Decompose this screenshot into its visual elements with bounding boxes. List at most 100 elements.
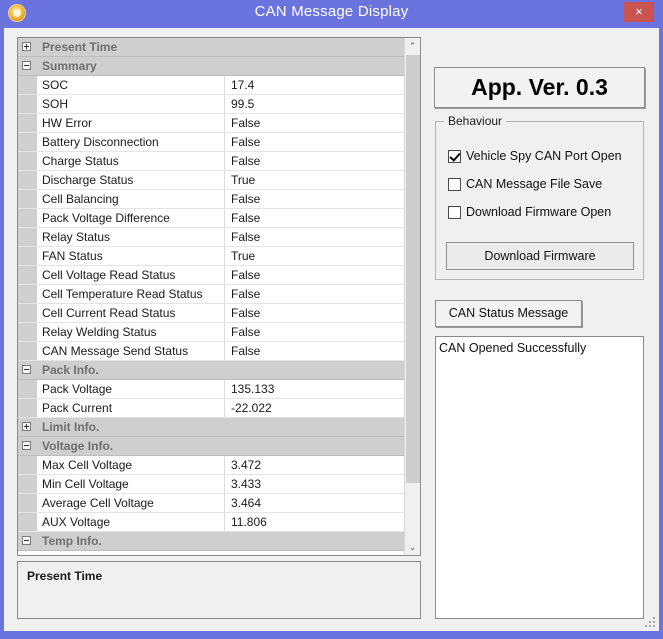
property-grid-row[interactable]: Min Cell Voltage 3.433 bbox=[18, 475, 404, 494]
property-value[interactable]: False bbox=[231, 268, 260, 282]
resize-grip[interactable] bbox=[643, 615, 656, 628]
property-grid-row[interactable]: CAN Message Send Status False bbox=[18, 342, 404, 361]
column-divider[interactable] bbox=[224, 152, 225, 170]
property-name: Cell Current Read Status bbox=[42, 306, 176, 320]
can-status-message-log[interactable]: CAN Opened Successfully bbox=[435, 336, 644, 619]
property-name: Relay Welding Status bbox=[42, 325, 157, 339]
column-divider[interactable] bbox=[224, 323, 225, 341]
property-value[interactable]: True bbox=[231, 249, 255, 263]
column-divider[interactable] bbox=[224, 513, 225, 531]
property-value[interactable]: 99.5 bbox=[231, 97, 254, 111]
property-value[interactable]: 11.806 bbox=[231, 515, 267, 529]
property-grid-row[interactable]: Battery Disconnection False bbox=[18, 133, 404, 152]
column-divider[interactable] bbox=[224, 456, 225, 474]
property-grid-category-row[interactable]: Present Time bbox=[18, 38, 404, 57]
property-value[interactable]: False bbox=[231, 344, 260, 358]
property-name: Cell Temperature Read Status bbox=[42, 287, 203, 301]
property-grid-row[interactable]: SOH 99.5 bbox=[18, 95, 404, 114]
can-status-message-button[interactable]: CAN Status Message bbox=[435, 300, 582, 327]
property-value[interactable]: 3.433 bbox=[231, 477, 261, 491]
property-value[interactable]: False bbox=[231, 287, 260, 301]
column-divider[interactable] bbox=[224, 494, 225, 512]
property-value[interactable]: 3.472 bbox=[231, 458, 261, 472]
download-firmware-button[interactable]: Download Firmware bbox=[446, 242, 634, 270]
expand-plus-icon[interactable] bbox=[22, 422, 31, 431]
property-value[interactable]: 3.464 bbox=[231, 496, 261, 510]
category-label: Voltage Info. bbox=[42, 439, 114, 453]
property-grid-category-row[interactable]: Temp Info. bbox=[18, 532, 404, 551]
scroll-up-icon[interactable]: ⌃ bbox=[405, 38, 420, 54]
column-divider[interactable] bbox=[224, 266, 225, 284]
property-grid-category-row[interactable]: Pack Info. bbox=[18, 361, 404, 380]
column-divider[interactable] bbox=[224, 171, 225, 189]
property-grid-row[interactable]: Cell Temperature Read Status False bbox=[18, 285, 404, 304]
collapse-minus-icon[interactable] bbox=[22, 61, 31, 70]
column-divider[interactable] bbox=[224, 76, 225, 94]
column-divider[interactable] bbox=[224, 247, 225, 265]
column-divider[interactable] bbox=[224, 342, 225, 360]
column-divider[interactable] bbox=[224, 228, 225, 246]
close-icon[interactable]: × bbox=[624, 2, 654, 22]
column-divider[interactable] bbox=[224, 380, 225, 398]
property-grid-row[interactable]: Relay Status False bbox=[18, 228, 404, 247]
property-grid-row[interactable]: Max Cell Voltage 3.472 bbox=[18, 456, 404, 475]
property-grid-row[interactable]: Pack Current -22.022 bbox=[18, 399, 404, 418]
property-name: FAN Status bbox=[42, 249, 103, 263]
property-value[interactable]: False bbox=[231, 211, 260, 225]
collapse-minus-icon[interactable] bbox=[22, 365, 31, 374]
property-value[interactable]: False bbox=[231, 230, 260, 244]
property-name: Pack Current bbox=[42, 401, 113, 415]
checkbox-box-icon[interactable] bbox=[448, 178, 461, 191]
column-divider[interactable] bbox=[224, 133, 225, 151]
property-grid-row[interactable]: Charge Status False bbox=[18, 152, 404, 171]
property-value[interactable]: False bbox=[231, 116, 260, 130]
collapse-minus-icon[interactable] bbox=[22, 441, 31, 450]
property-grid-row[interactable]: Cell Voltage Read Status False bbox=[18, 266, 404, 285]
property-grid-category-row[interactable]: Summary bbox=[18, 57, 404, 76]
checkbox-box-icon[interactable] bbox=[448, 150, 461, 163]
column-divider[interactable] bbox=[224, 209, 225, 227]
column-divider[interactable] bbox=[224, 114, 225, 132]
property-value[interactable]: False bbox=[231, 135, 260, 149]
property-value[interactable]: -22.022 bbox=[231, 401, 272, 415]
property-value[interactable]: True bbox=[231, 173, 255, 187]
column-divider[interactable] bbox=[224, 190, 225, 208]
column-divider[interactable] bbox=[224, 475, 225, 493]
property-name: Pack Voltage bbox=[42, 382, 113, 396]
property-grid-row[interactable]: FAN Status True bbox=[18, 247, 404, 266]
property-grid-row[interactable]: SOC 17.4 bbox=[18, 76, 404, 95]
property-grid-scrollbar[interactable]: ⌃ ⌄ bbox=[404, 38, 420, 555]
property-value[interactable]: False bbox=[231, 154, 260, 168]
property-grid-row[interactable]: Cell Current Read Status False bbox=[18, 304, 404, 323]
scroll-down-icon[interactable]: ⌄ bbox=[405, 539, 420, 555]
column-divider[interactable] bbox=[224, 304, 225, 322]
property-name: Charge Status bbox=[42, 154, 119, 168]
column-divider[interactable] bbox=[224, 285, 225, 303]
checkbox-box-icon[interactable] bbox=[448, 206, 461, 219]
row-gutter bbox=[18, 494, 37, 512]
property-value[interactable]: 135.133 bbox=[231, 382, 274, 396]
property-grid-row[interactable]: Average Cell Voltage 3.464 bbox=[18, 494, 404, 513]
scrollbar-thumb[interactable] bbox=[406, 55, 420, 483]
expand-plus-icon[interactable] bbox=[22, 42, 31, 51]
property-value[interactable]: False bbox=[231, 192, 260, 206]
property-grid-row[interactable]: Pack Voltage Difference False bbox=[18, 209, 404, 228]
property-value[interactable]: 17.4 bbox=[231, 78, 254, 92]
property-grid-row[interactable]: HW Error False bbox=[18, 114, 404, 133]
app-version-button[interactable]: App. Ver. 0.3 bbox=[434, 67, 645, 108]
property-grid-row[interactable]: AUX Voltage 11.806 bbox=[18, 513, 404, 532]
property-grid-row[interactable]: Discharge Status True bbox=[18, 171, 404, 190]
row-gutter bbox=[18, 380, 37, 398]
property-grid-category-row[interactable]: Limit Info. bbox=[18, 418, 404, 437]
property-grid-row[interactable]: Pack Voltage 135.133 bbox=[18, 380, 404, 399]
property-grid-row[interactable]: Relay Welding Status False bbox=[18, 323, 404, 342]
column-divider[interactable] bbox=[224, 95, 225, 113]
property-grid[interactable]: Present Time Summary SOC 17.4 SOH 99.5 HW Erro… bbox=[17, 37, 421, 556]
collapse-minus-icon[interactable] bbox=[22, 536, 31, 545]
property-value[interactable]: False bbox=[231, 306, 260, 320]
property-value[interactable]: False bbox=[231, 325, 260, 339]
property-grid-category-row[interactable]: Voltage Info. bbox=[18, 437, 404, 456]
column-divider[interactable] bbox=[224, 399, 225, 417]
property-name: Battery Disconnection bbox=[42, 135, 159, 149]
property-grid-row[interactable]: Cell Balancing False bbox=[18, 190, 404, 209]
